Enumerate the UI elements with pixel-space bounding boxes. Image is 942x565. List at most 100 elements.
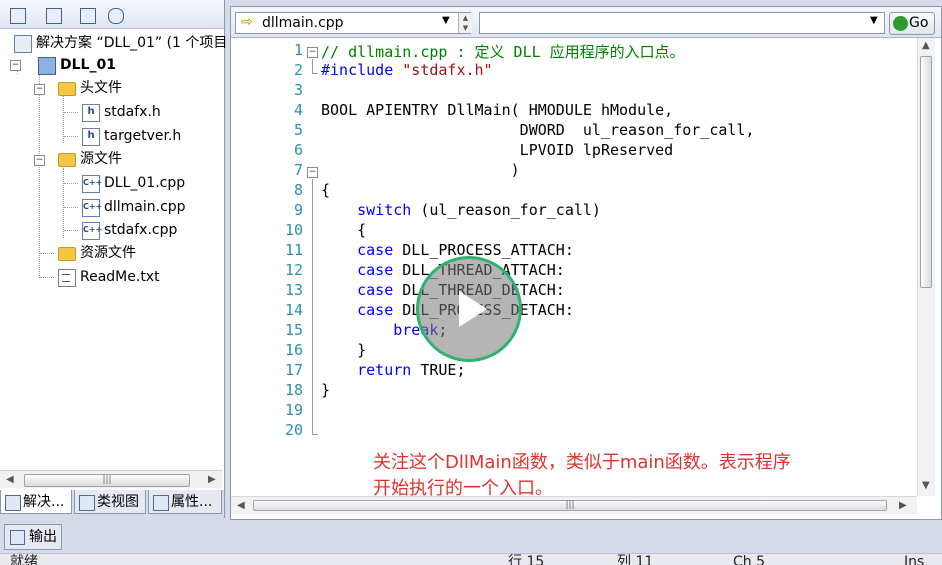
editor-vertical-scrollbar[interactable]: ▲ ▼ <box>917 38 935 496</box>
line-number: 14 <box>284 301 303 319</box>
solution-explorer-panel: 解决方案 “DLL_01” (1 个项目 − DLL_01 − 头文件 h st… <box>0 0 228 518</box>
scroll-left-icon[interactable]: ◀ <box>237 500 245 511</box>
line-number: 6 <box>293 141 303 159</box>
line-number: 8 <box>293 181 303 199</box>
scrollbar-thumb[interactable]: ||| <box>253 500 887 511</box>
arrow-right-icon: ⇨ <box>241 14 253 30</box>
code-editor: ⇨ dllmain.cpp ▼ ▲ ▼ ▼ Go 1// dllmain.cpp … <box>230 6 942 520</box>
tree-item-label: stdafx.h <box>104 104 161 120</box>
tab-label: 属性... <box>171 494 213 510</box>
tree-line <box>64 207 78 208</box>
collapse-icon[interactable]: − <box>34 84 45 95</box>
line-number: 7 <box>293 161 303 179</box>
code-line: ) <box>321 161 520 179</box>
scroll-down-icon[interactable]: ▼ <box>922 480 930 491</box>
status-column: 列 11 <box>617 554 654 565</box>
tab-label: 输出 <box>29 529 57 545</box>
tab-output[interactable]: 输出 <box>4 524 62 550</box>
line-number: 5 <box>293 121 303 139</box>
code-line: DWORD ul_reason_for_call, <box>321 121 755 139</box>
fold-collapse-icon[interactable]: − <box>307 47 318 58</box>
tree-line <box>64 112 78 113</box>
video-caption: 关注这个DllMain函数，类似于main函数。表示程序 开始执行的一个入口。 <box>373 450 791 496</box>
go-label: Go <box>909 15 929 31</box>
solution-tree: 解决方案 “DLL_01” (1 个项目 − DLL_01 − 头文件 h st… <box>0 30 228 468</box>
fold-line <box>312 59 313 73</box>
tree-line <box>63 168 64 238</box>
tree-horizontal-scrollbar[interactable]: ◀ ||| ▶ <box>0 470 222 488</box>
member-combo[interactable]: ▼ <box>479 12 885 34</box>
solution-explorer-tabs: 解决... 类视图 属性... <box>0 490 224 518</box>
tree-item-label: DLL_01 <box>60 57 116 73</box>
file-scope-combo[interactable]: ⇨ dllmain.cpp ▼ ▲ ▼ <box>235 12 472 34</box>
scrollbar-thumb[interactable]: ||| <box>24 474 190 487</box>
tab-properties[interactable]: 属性... <box>148 490 222 514</box>
chevron-down-icon[interactable]: ▼ <box>870 15 878 26</box>
tree-item-label: targetver.h <box>104 128 182 144</box>
status-line: 行 15 <box>508 554 545 565</box>
line-number: 13 <box>284 281 303 299</box>
tree-item-label: 解决方案 “DLL_01” (1 个项目 <box>36 35 228 51</box>
line-number: 16 <box>284 341 303 359</box>
line-number: 17 <box>284 361 303 379</box>
scrollbar-thumb[interactable] <box>920 56 932 288</box>
class-diagram-icon[interactable] <box>104 4 126 26</box>
line-number: 18 <box>284 381 303 399</box>
status-char: Ch 5 <box>733 554 766 565</box>
line-number: 3 <box>293 81 303 99</box>
line-number: 10 <box>284 221 303 239</box>
text-file-icon <box>58 269 76 287</box>
tab-label: 解决... <box>23 494 65 510</box>
status-insert-mode: Ins <box>904 554 925 565</box>
tree-item-label: 资源文件 <box>80 245 136 261</box>
folder-icon <box>58 153 76 167</box>
chevron-down-icon[interactable]: ▼ <box>442 15 450 26</box>
tree-item-label: 头文件 <box>80 80 122 96</box>
code-line: #include "stdafx.h" <box>321 61 493 79</box>
properties-icon <box>153 495 169 511</box>
scroll-left-icon[interactable]: ◀ <box>6 474 14 485</box>
tree-line <box>40 253 54 254</box>
line-number: 15 <box>284 321 303 339</box>
scroll-up-icon[interactable]: ▲ <box>922 40 930 51</box>
code-area[interactable]: 1 // dllmain.cpp : 定义 DLL 应用程序的入口点。 2 #incl… <box>231 38 917 496</box>
collapse-icon[interactable]: − <box>34 155 45 166</box>
tree-item-label: ReadMe.txt <box>80 269 160 285</box>
folder-icon <box>58 247 76 261</box>
show-all-files-icon[interactable] <box>42 4 64 26</box>
class-view-icon <box>79 495 95 511</box>
solution-explorer-toolbar <box>0 0 224 29</box>
code-line: } <box>321 341 367 359</box>
status-ready: 就绪 <box>10 554 38 565</box>
tab-label: 类视图 <box>97 494 139 510</box>
line-number: 20 <box>284 421 303 439</box>
line-number: 2 <box>293 61 303 79</box>
fold-collapse-icon[interactable]: − <box>307 167 318 178</box>
tree-item-label: dllmain.cpp <box>104 199 186 215</box>
tab-class-view[interactable]: 类视图 <box>74 490 146 514</box>
header-file-icon: h <box>82 104 100 122</box>
status-bar: 就绪 行 15 列 11 Ch 5 Ins <box>0 553 942 565</box>
line-number: 4 <box>293 101 303 119</box>
code-line: switch (ul_reason_for_call) <box>357 201 601 219</box>
line-number: 1 <box>293 41 303 59</box>
code-line: BOOL APIENTRY DllMain( HMODULE hModule, <box>321 101 674 119</box>
tree-item-label: 源文件 <box>80 151 122 167</box>
play-icon[interactable] <box>416 256 522 362</box>
fold-end <box>312 434 318 435</box>
tab-solution-explorer[interactable]: 解决... <box>0 490 72 514</box>
properties-icon[interactable] <box>6 4 28 26</box>
line-number: 11 <box>284 241 303 259</box>
line-number: 12 <box>284 261 303 279</box>
scroll-right-icon[interactable]: ▶ <box>208 474 216 485</box>
tree-line <box>39 74 40 278</box>
view-code-icon[interactable] <box>76 4 98 26</box>
code-line: { <box>321 181 331 199</box>
tree-line <box>64 136 78 137</box>
scroll-right-icon[interactable]: ▶ <box>899 500 907 511</box>
spin-button[interactable]: ▲ ▼ <box>458 13 472 33</box>
cpp-file-icon: C++ <box>82 199 102 217</box>
editor-horizontal-scrollbar[interactable]: ◀ ||| ▶ <box>231 496 917 514</box>
collapse-icon[interactable]: − <box>10 60 21 71</box>
go-button[interactable]: Go <box>889 12 935 35</box>
